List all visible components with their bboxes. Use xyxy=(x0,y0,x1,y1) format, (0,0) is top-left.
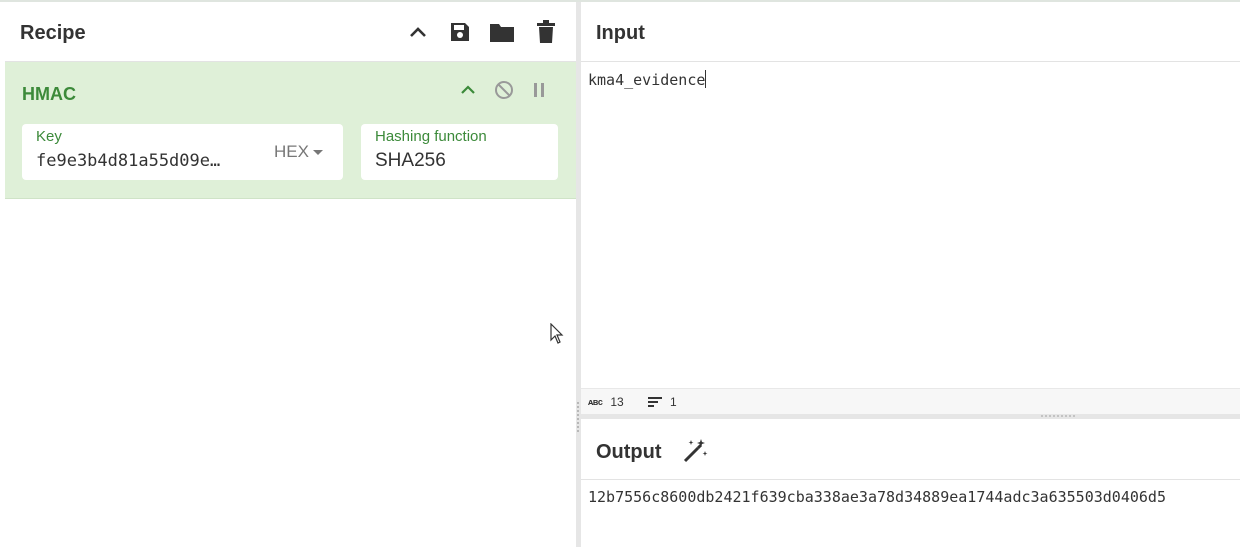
load-recipe-folder-icon[interactable] xyxy=(489,19,515,45)
text-cursor xyxy=(705,70,707,88)
input-panel: Input kma4_evidence ᴀʙᴄ 13 1 xyxy=(581,2,1240,415)
input-header: Input xyxy=(581,2,1240,62)
line-count-value: 1 xyxy=(670,395,677,409)
caret-down-icon xyxy=(312,149,323,155)
recipe-panel: Recipe HMAC Key fe9e3b4d81a55d09e… HEX H… xyxy=(5,2,576,547)
line-count: 1 xyxy=(648,395,677,409)
output-title: Output xyxy=(596,441,662,463)
abc-icon: ᴀʙᴄ xyxy=(588,397,603,407)
output-text[interactable]: 12b7556c8600db2421f639cba338ae3a78d34889… xyxy=(588,488,1166,506)
hashing-function-select[interactable]: SHA256 xyxy=(375,150,446,172)
input-status-bar: ᴀʙᴄ 13 1 xyxy=(581,388,1240,415)
collapse-operation-icon[interactable] xyxy=(457,79,479,101)
clear-recipe-trash-icon[interactable] xyxy=(533,19,559,45)
input-textarea[interactable]: kma4_evidence xyxy=(588,70,707,89)
key-field[interactable]: Key fe9e3b4d81a55d09e… HEX xyxy=(22,124,343,180)
magic-wand-icon[interactable] xyxy=(681,437,709,465)
key-format-dropdown[interactable]: HEX xyxy=(274,142,323,162)
key-label: Key xyxy=(36,128,62,145)
key-format-label: HEX xyxy=(274,142,309,161)
recipe-header: Recipe xyxy=(5,2,576,62)
input-title: Input xyxy=(596,22,645,44)
save-recipe-icon[interactable] xyxy=(447,19,473,45)
pause-breakpoint-icon[interactable] xyxy=(528,79,550,101)
char-count: ᴀʙᴄ 13 xyxy=(588,395,624,409)
disable-operation-icon[interactable] xyxy=(493,79,515,101)
output-header: Output xyxy=(581,419,1240,480)
char-count-value: 13 xyxy=(610,395,624,409)
hashing-function-field[interactable]: Hashing function SHA256 xyxy=(361,124,558,180)
operation-title: HMAC xyxy=(22,84,76,104)
key-input[interactable]: fe9e3b4d81a55d09e… xyxy=(36,151,220,171)
hashing-function-label: Hashing function xyxy=(375,128,487,145)
input-text: kma4_evidence xyxy=(588,71,706,89)
lines-icon xyxy=(648,397,662,407)
collapse-all-icon[interactable] xyxy=(405,19,431,45)
mouse-cursor-icon xyxy=(550,323,564,344)
output-panel: Output 12b7556c8600db2421f639cba338ae3a7… xyxy=(581,419,1240,547)
recipe-title: Recipe xyxy=(20,22,86,44)
hmac-operation[interactable]: HMAC Key fe9e3b4d81a55d09e… HEX Hashing … xyxy=(5,62,576,199)
